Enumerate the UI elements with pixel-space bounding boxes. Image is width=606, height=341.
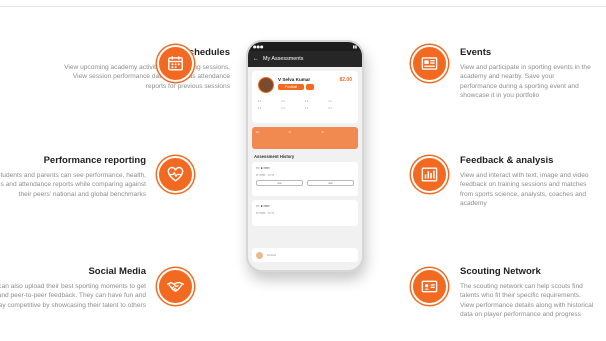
feature-description: Students and parents can see performance…	[0, 172, 146, 198]
badge-marker	[306, 84, 314, 90]
player-stats-grid: ▪ ▪ ▪ ▪ ▪ ▪ ▪ ▪ ▪ ▪ ▪ ▪ ▪ ▪ ▪ ▪	[258, 99, 332, 110]
feature-description: View and interact with text, image and v…	[460, 172, 589, 208]
phone-app-title: My Assessments	[263, 56, 304, 62]
assessment-card[interactable]: ▪▪▪ ● ▪▪▪▪▪ ▪▪ ▪▪▪▪▪ ▪▪ ▪▪	[252, 200, 358, 226]
footer-avatar	[256, 251, 263, 259]
sport-badge: Football	[278, 84, 304, 90]
feature-description: The scouting network can help scouts fin…	[460, 283, 594, 319]
back-arrow-icon: ←	[253, 56, 259, 62]
feature-schedules: Schedules View upcoming academy activiti…	[52, 47, 230, 91]
player-score: 82.00	[339, 77, 352, 83]
bar-chart-icon	[411, 156, 448, 193]
feature-title: Social Media	[88, 266, 146, 277]
assessment-card[interactable]: ▪▪▪ ● ▪▪▪▪▪ ▪▪ ▪▪▪▪▪ ▪▪ ▪▪ ▪▪▪▪ ▪▪▪▪	[252, 162, 358, 196]
id-card-icon	[411, 268, 448, 305]
feature-title: Events	[460, 47, 492, 58]
feature-title: Schedules	[182, 47, 230, 58]
phone-status-bar: ●●● ▮▮	[248, 42, 362, 51]
feature-title: Performance reporting	[43, 155, 146, 166]
player-name: V Selva Kumar	[278, 77, 311, 82]
newspaper-icon	[411, 45, 448, 82]
feature-events: Events View and participate in sporting …	[460, 47, 592, 101]
phone-app-bar: ← My Assessments	[248, 51, 362, 67]
phone-mockup: ●●● ▮▮ ← My Assessments V Selva Kumar Foo…	[246, 40, 364, 272]
feature-scouting-network: Scouting Network The scouting network ca…	[460, 266, 596, 320]
calendar-icon	[157, 45, 194, 82]
assessment-history-title: Assessment History	[254, 154, 295, 159]
handshake-icon	[157, 268, 194, 305]
report-button[interactable]: ▪▪▪▪	[307, 180, 354, 186]
heart-pulse-icon	[157, 156, 194, 193]
player-profile-card: V Selva Kumar Football 82.00 ▪ ▪ ▪ ▪ ▪ ▪ ▪ …	[252, 71, 358, 123]
feature-performance-reporting: Performance reporting Students and paren…	[0, 155, 146, 199]
view-details-button[interactable]: ▪▪▪▪	[256, 180, 303, 186]
avatar	[258, 77, 274, 93]
phone-footer-bar: ▪▪▪▪▪▪▪▪	[252, 248, 358, 262]
feature-description: Students can also upload their best spor…	[0, 283, 146, 309]
feature-social-media: Social Media Students can also upload th…	[0, 266, 146, 310]
feature-feedback-analysis: Feedback & analysis View and interact wi…	[460, 155, 596, 209]
feature-description: View and participate in sporting events …	[460, 64, 591, 100]
feature-title: Feedback & analysis	[460, 155, 554, 166]
feature-title: Scouting Network	[460, 266, 541, 277]
assessment-summary-card: ▪▪▪ ▪▪ ▪▪	[252, 127, 358, 149]
feature-description: View upcoming academy activities and tra…	[64, 64, 230, 90]
top-divider	[0, 6, 606, 7]
